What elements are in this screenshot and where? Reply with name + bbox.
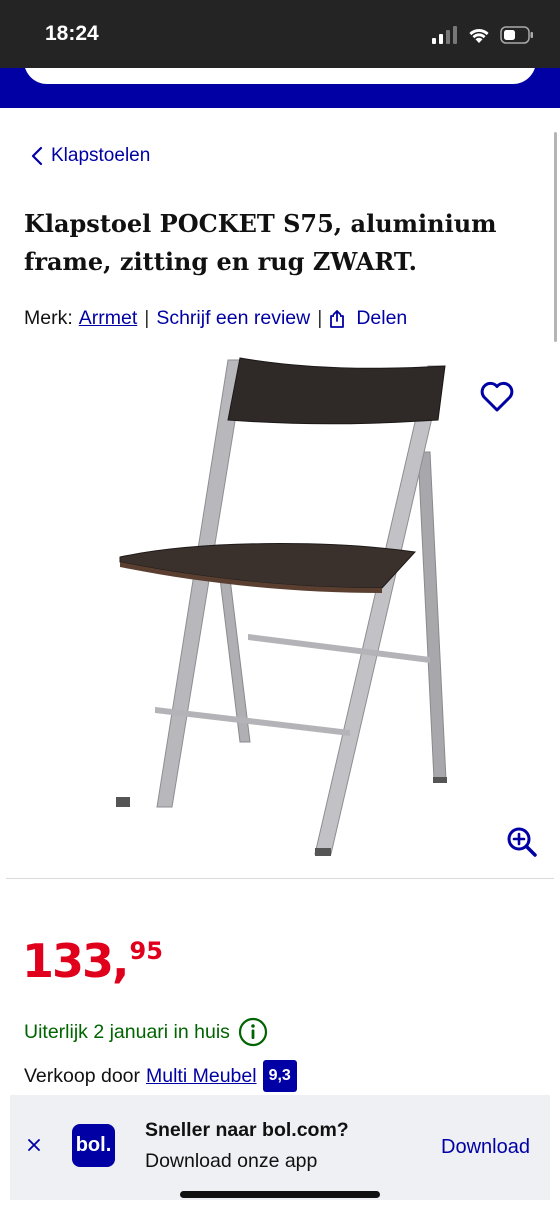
breadcrumb[interactable]: Klapstoelen — [31, 145, 150, 167]
share-label: Delen — [356, 307, 408, 329]
status-bar: 18:24 — [0, 0, 560, 68]
status-icons — [432, 24, 534, 46]
divider — [6, 878, 554, 879]
info-icon[interactable] — [238, 1017, 268, 1047]
share-button[interactable]: Delen — [329, 307, 407, 330]
scrollbar[interactable] — [554, 132, 557, 342]
breadcrumb-label: Klapstoelen — [51, 145, 151, 166]
banner-title: Sneller naar bol.com? — [145, 1119, 349, 1141]
delivery-info: Uiterlijk 2 januari in huis — [24, 1017, 268, 1047]
price-cents: 95 — [129, 937, 163, 965]
search-bar[interactable] — [24, 68, 536, 84]
download-app-button[interactable]: Download — [441, 1136, 530, 1159]
separator: | — [144, 307, 150, 329]
battery-icon — [500, 26, 533, 44]
separator: | — [317, 307, 323, 329]
delivery-text: Uiterlijk 2 januari in huis — [24, 1020, 230, 1043]
product-meta: Merk: Arrmet | Schrijf een review | Dele… — [24, 307, 407, 330]
price: 133, 95 — [22, 934, 163, 988]
write-review-link[interactable]: Schrijf een review — [156, 307, 310, 330]
zoom-in-icon[interactable] — [506, 826, 538, 858]
home-indicator[interactable] — [180, 1191, 380, 1198]
heart-icon[interactable] — [478, 378, 516, 416]
app-download-banner: bol. Sneller naar bol.com? Download onze… — [10, 1095, 550, 1200]
seller-label: Verkoop door — [24, 1064, 141, 1087]
brand-link[interactable]: Arrmet — [79, 307, 138, 330]
banner-subtitle: Download onze app — [145, 1150, 318, 1172]
bol-logo: bol. — [72, 1124, 115, 1167]
site-header — [0, 68, 560, 108]
product-title: Klapstoel POCKET S75, aluminium frame, z… — [24, 209, 497, 276]
brand-label: Merk: — [24, 307, 73, 329]
status-time: 18:24 — [45, 22, 99, 45]
seller-rating-badge: 9,3 — [262, 1060, 297, 1092]
share-icon — [330, 309, 345, 328]
chevron-left-icon — [31, 146, 43, 166]
seller-link[interactable]: Multi Meubel — [146, 1065, 257, 1088]
seller-info: Verkoop door Multi Meubel 9,3 — [24, 1060, 297, 1092]
signal-icon — [432, 26, 457, 44]
price-main: 133, — [22, 934, 129, 988]
product-image[interactable] — [100, 352, 460, 862]
close-icon[interactable] — [26, 1137, 42, 1153]
wifi-icon — [469, 28, 489, 43]
